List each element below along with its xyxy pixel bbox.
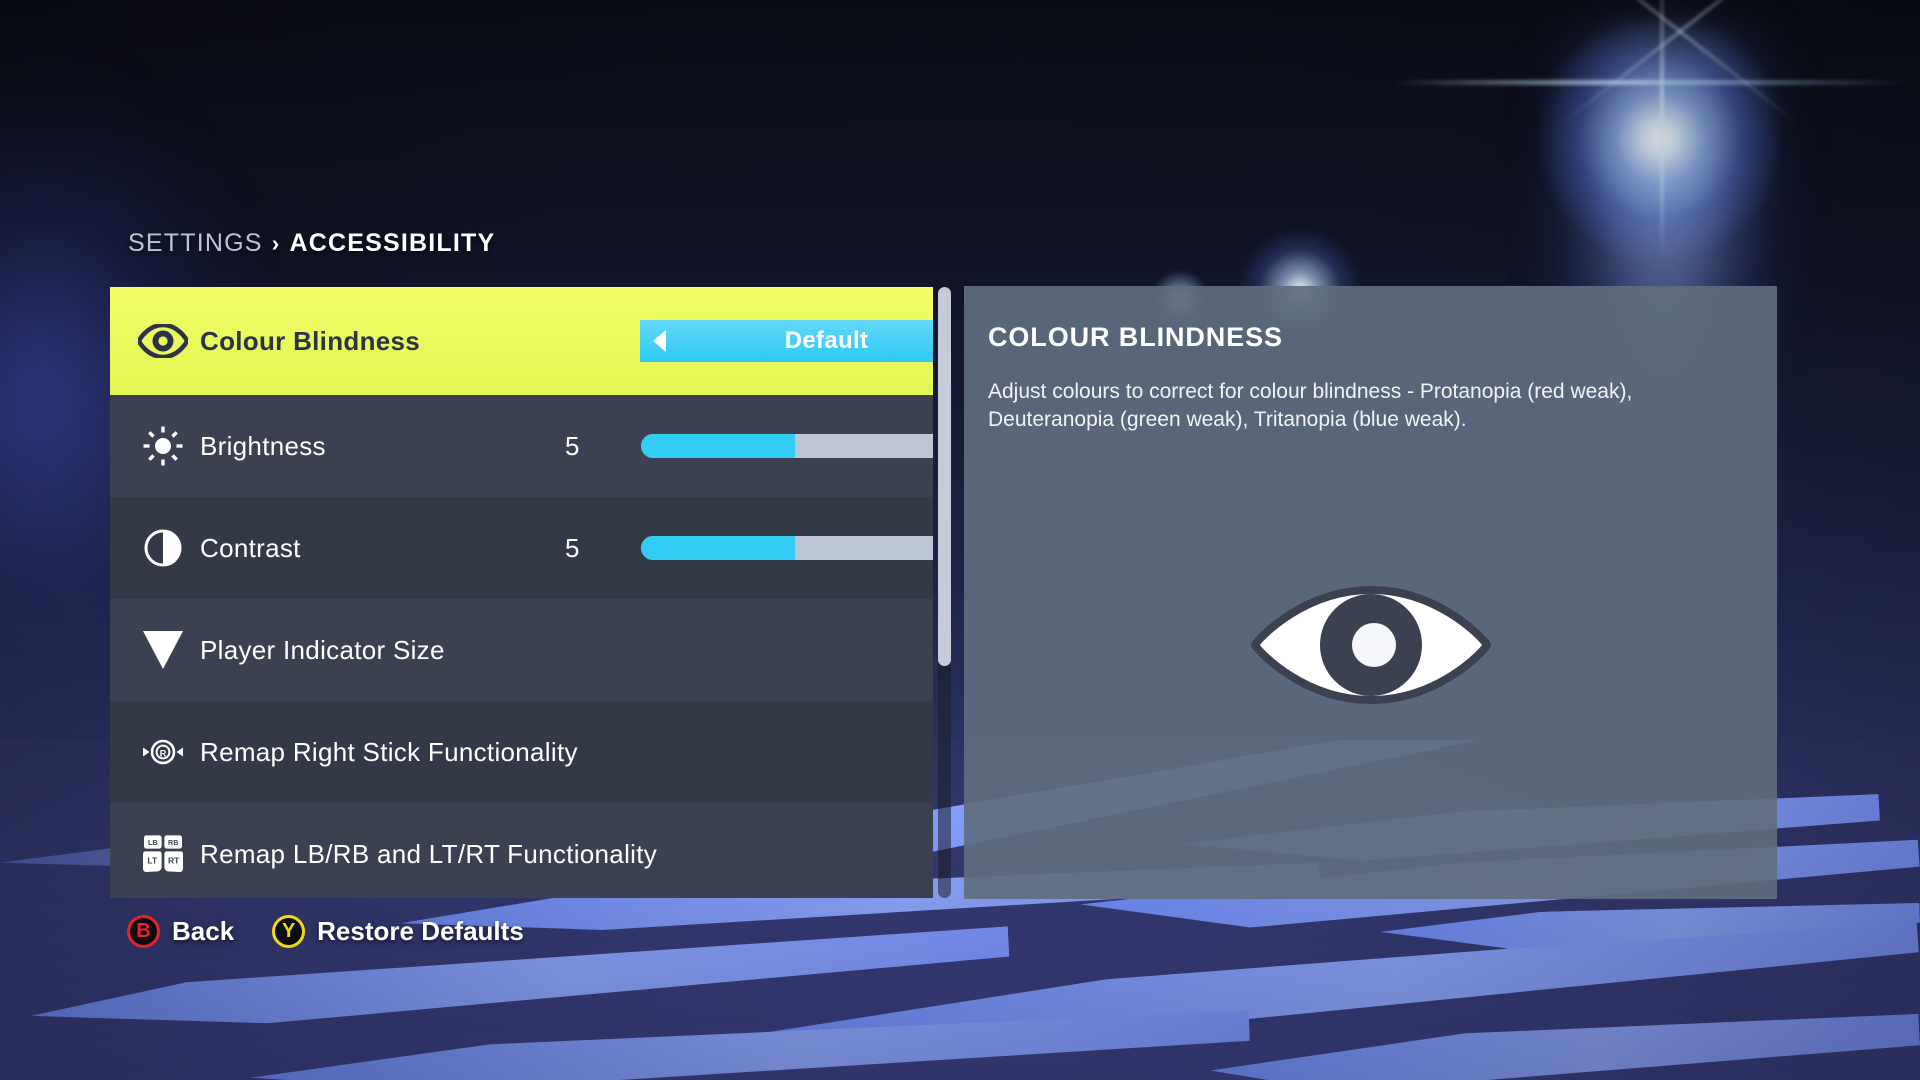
detail-panel: COLOUR BLINDNESS Adjust colours to corre… — [964, 286, 1777, 899]
detail-panel-artwork — [964, 585, 1777, 709]
prompt-restore-defaults-label: Restore Defaults — [317, 916, 524, 946]
svg-text:LT: LT — [147, 856, 158, 866]
contrast-icon — [126, 528, 200, 568]
svg-text:LB: LB — [148, 838, 158, 847]
button-y-icon: Y — [272, 915, 306, 948]
settings-row-brightness[interactable]: Brightness 5 — [110, 395, 933, 497]
breadcrumb-root[interactable]: SETTINGS — [128, 229, 263, 257]
eye-icon — [1249, 585, 1492, 709]
triangle-down-icon — [126, 629, 200, 671]
brightness-slider[interactable] — [641, 434, 933, 458]
detail-panel-title: COLOUR BLINDNESS — [988, 322, 1283, 352]
brightness-sun-icon — [126, 425, 200, 467]
button-b-icon: B — [127, 915, 160, 948]
settings-row-label: Contrast — [200, 532, 301, 563]
contrast-value: 5 — [565, 532, 580, 563]
eye-icon — [126, 324, 200, 358]
settings-list[interactable]: Colour Blindness Default Brightness 5 Co… — [110, 287, 933, 898]
bumper-trigger-icon: LB RB LT RT — [126, 833, 200, 875]
detail-panel-description: Adjust colours to correct for colour bli… — [988, 380, 1633, 431]
brightness-value: 5 — [565, 430, 580, 461]
settings-row-label: Brightness — [200, 430, 326, 461]
prompt-back[interactable]: B Back — [127, 915, 234, 948]
settings-row-label: Remap LB/RB and LT/RT Functionality — [200, 838, 658, 869]
prompt-restore-defaults[interactable]: Y Restore Defaults — [272, 915, 524, 948]
settings-row-remap-right-stick[interactable]: R Remap Right Stick Functionality — [110, 701, 933, 803]
settings-row-remap-bumpers-triggers[interactable]: LB RB LT RT Remap LB/RB and LT/RT Functi… — [110, 803, 933, 898]
contrast-slider[interactable] — [641, 536, 933, 560]
footer-button-prompts: B Back Y Restore Defaults — [127, 915, 524, 948]
settings-row-contrast[interactable]: Contrast 5 — [110, 497, 933, 599]
colour-blindness-selector[interactable]: Default — [640, 320, 933, 362]
scrollbar-thumb[interactable] — [938, 287, 951, 666]
settings-row-player-indicator-size[interactable]: Player Indicator Size — [110, 599, 933, 701]
breadcrumb-current: ACCESSIBILITY — [289, 229, 496, 257]
settings-row-label: Remap Right Stick Functionality — [200, 736, 578, 767]
chevron-right-icon: › — [271, 230, 281, 256]
selector-value: Default — [784, 327, 869, 354]
svg-text:R: R — [160, 749, 167, 759]
arrow-left-icon[interactable] — [653, 330, 666, 352]
breadcrumb: SETTINGS › ACCESSIBILITY — [128, 229, 495, 258]
prompt-back-label: Back — [172, 916, 235, 946]
settings-row-label: Player Indicator Size — [200, 634, 445, 665]
slider-fill — [641, 434, 796, 458]
settings-scrollbar[interactable] — [938, 287, 951, 898]
settings-row-label: Colour Blindness — [200, 325, 421, 356]
svg-text:RT: RT — [168, 856, 180, 866]
svg-text:RB: RB — [168, 838, 178, 847]
settings-row-colour-blindness[interactable]: Colour Blindness Default — [110, 287, 933, 395]
right-stick-icon: R — [126, 736, 200, 768]
slider-fill — [641, 536, 796, 560]
